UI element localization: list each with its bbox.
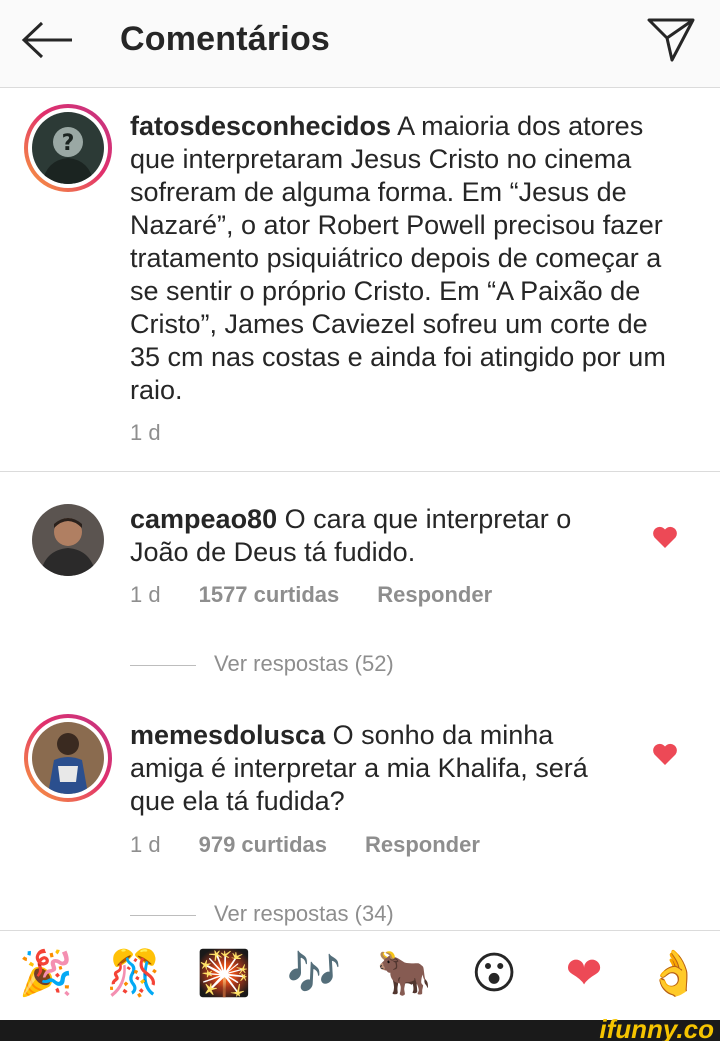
svg-text:?: ?	[62, 131, 75, 156]
emoji-bar: 🎉 🎊 🎇 🎶 🐂 😮 ❤ 👌	[0, 930, 720, 1020]
comment-meta: 1 d 979 curtidas Responder	[130, 832, 518, 858]
caption-time: 1 d	[130, 420, 161, 445]
reply-button[interactable]: Responder	[365, 832, 480, 857]
comment-username[interactable]: campeao80	[130, 504, 277, 534]
comment-time: 1 d	[130, 832, 161, 857]
top-bar: Comentários	[0, 0, 720, 88]
confetti-ball-emoji[interactable]: 🎊	[104, 949, 164, 999]
caption-username[interactable]: fatosdesconhecidos	[130, 111, 391, 141]
avatar[interactable]: ?	[24, 104, 112, 192]
arrow-left-icon[interactable]	[20, 20, 76, 60]
heart-emoji[interactable]: ❤	[554, 949, 614, 999]
surprised-face-emoji[interactable]: 😮	[464, 949, 524, 999]
avatar-campeao80-image	[32, 504, 104, 576]
divider	[0, 471, 720, 472]
replies-line	[130, 664, 196, 666]
watermark-bar: ifunny.co	[0, 1014, 720, 1041]
replies-line	[130, 914, 196, 916]
view-replies-button[interactable]: Ver respostas (52)	[130, 651, 394, 677]
comment-time: 1 d	[130, 582, 161, 607]
avatar-memesdolusca-image	[32, 722, 104, 794]
likes-count[interactable]: 979 curtidas	[199, 832, 327, 857]
caption-body: A maioria dos atores que interpretaram J…	[130, 111, 666, 405]
paper-plane-icon[interactable]	[646, 16, 696, 62]
comment-username[interactable]: memesdolusca	[130, 720, 325, 750]
musical-notes-emoji[interactable]: 🎶	[284, 949, 344, 999]
heart-icon[interactable]	[652, 525, 678, 549]
view-replies-label: Ver respostas (52)	[214, 651, 394, 676]
likes-count[interactable]: 1577 curtidas	[199, 582, 340, 607]
avatar-fatosdesconhecidos-image: ?	[32, 112, 104, 184]
view-replies-button[interactable]: Ver respostas (34)	[130, 901, 394, 927]
page-title: Comentários	[120, 20, 331, 58]
view-replies-label: Ver respostas (34)	[214, 901, 394, 926]
reply-button[interactable]: Responder	[377, 582, 492, 607]
ok-hand-emoji[interactable]: 👌	[644, 949, 704, 999]
caption-text: fatosdesconhecidos A maioria dos atores …	[130, 110, 670, 407]
comment-text: campeao80 O cara que interpretar o João …	[130, 503, 600, 569]
avatar[interactable]	[24, 714, 112, 802]
heart-icon[interactable]	[652, 742, 678, 766]
party-popper-emoji[interactable]: 🎉	[16, 949, 76, 999]
ox-emoji[interactable]: 🐂	[374, 949, 434, 999]
caption-meta: 1 d	[130, 420, 199, 446]
avatar[interactable]	[24, 496, 112, 584]
sparkler-emoji[interactable]: 🎇	[194, 949, 254, 999]
comment-meta: 1 d 1577 curtidas Responder	[130, 582, 530, 608]
watermark-logo: ifunny.co	[599, 1014, 714, 1041]
comment-text: memesdolusca O sonho da minha amiga é in…	[130, 719, 610, 818]
